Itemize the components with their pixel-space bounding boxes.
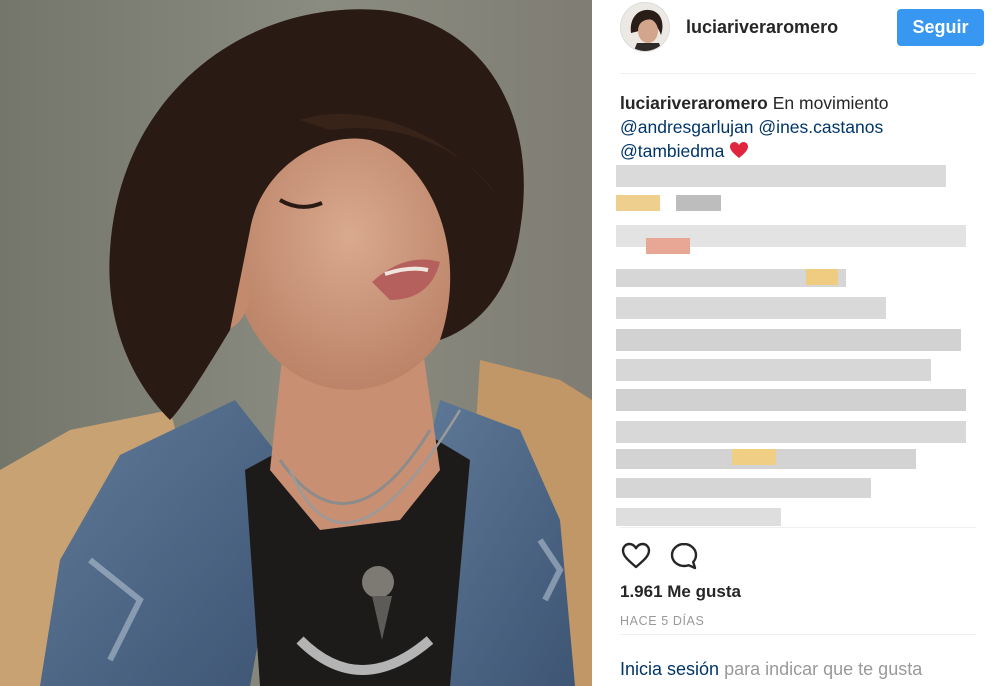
comment-bubble-icon[interactable] <box>668 540 700 572</box>
red-heart-emoji-icon <box>730 142 749 158</box>
login-prompt: Inicia sesión para indicar que te gusta <box>620 659 922 680</box>
login-prompt-text: para indicar que te gusta <box>724 659 923 679</box>
avatar-image <box>621 3 669 51</box>
post-side-panel: luciariveraromero Seguir luciariverarome… <box>592 0 1000 686</box>
likes-count[interactable]: 1.961 Me gusta <box>620 582 741 602</box>
heart-outline-icon[interactable] <box>620 540 652 572</box>
post-timestamp: HACE 5 DÍAS <box>620 614 705 628</box>
follow-button[interactable]: Seguir <box>897 9 984 46</box>
mention-ines-castanos[interactable]: @ines.castanos <box>758 117 883 137</box>
post-header: luciariveraromero Seguir <box>620 0 984 74</box>
caption-username[interactable]: luciariveraromero <box>620 93 768 113</box>
post-caption: luciariveraromero En movimiento @andresg… <box>620 91 960 163</box>
portrait-image <box>0 0 592 686</box>
header-username[interactable]: luciariveraromero <box>686 17 838 38</box>
caption-text: En movimiento <box>772 93 889 113</box>
login-link[interactable]: Inicia sesión <box>620 659 719 679</box>
blurred-caption-block <box>616 163 976 527</box>
post-photo[interactable] <box>0 0 592 686</box>
post-actions: 1.961 Me gusta HACE 5 DÍAS <box>620 527 976 635</box>
mention-tambiedma[interactable]: @tambiedma <box>620 141 724 161</box>
avatar[interactable] <box>620 2 670 52</box>
mention-andresgarlujan[interactable]: @andresgarlujan <box>620 117 754 137</box>
